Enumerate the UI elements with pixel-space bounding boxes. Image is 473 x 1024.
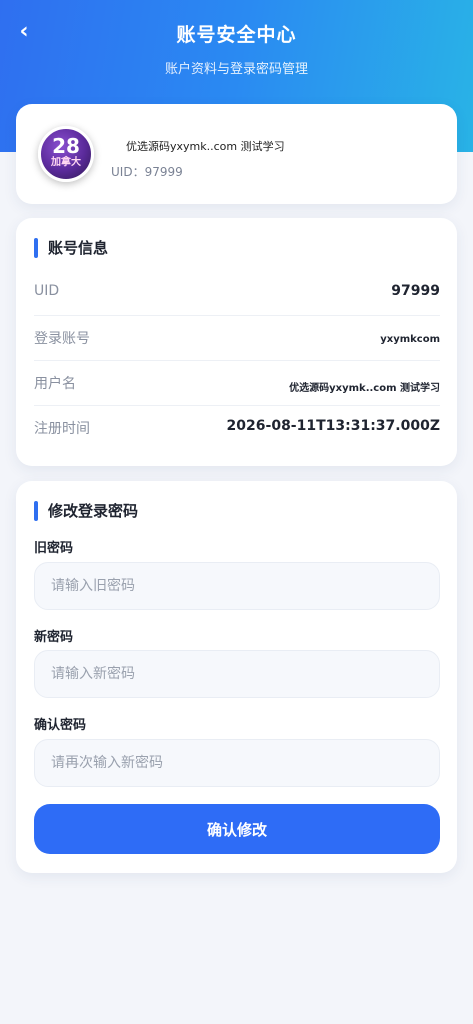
page-subtitle: 账户资料与登录密码管理 bbox=[164, 62, 308, 77]
info-value: 97999 bbox=[391, 283, 440, 299]
info-value: 2026-08-11T13:31:37.000Z bbox=[226, 418, 440, 434]
info-row-register-time: 注册时间 2026-08-11T13:31:37.000Z bbox=[34, 406, 440, 451]
confirm-change-button[interactable]: 确认修改 bbox=[34, 804, 440, 854]
section-title-account-info: 账号信息 bbox=[34, 238, 108, 258]
info-label: UID bbox=[34, 283, 60, 299]
new-password-label: 新密码 bbox=[34, 630, 74, 645]
page-title: 账号安全中心 bbox=[176, 24, 297, 46]
info-label: 注册时间 bbox=[34, 421, 90, 437]
section-title-change-password: 修改登录密码 bbox=[34, 501, 138, 521]
account-info-card: 账号信息 UID 97999 登录账号 yxymkcom 用户名 优选源码yxy… bbox=[16, 218, 457, 466]
info-row-username: 用户名 优选源码yxymk..com 测试学习 bbox=[34, 361, 440, 406]
avatar: 28 加拿大 bbox=[38, 126, 94, 182]
info-value: yxymkcom bbox=[380, 334, 440, 345]
old-password-label: 旧密码 bbox=[34, 541, 74, 556]
new-password-input[interactable] bbox=[34, 650, 440, 698]
confirm-password-input[interactable] bbox=[34, 739, 440, 787]
info-row-login-account: 登录账号 yxymkcom bbox=[34, 316, 440, 361]
info-value: 优选源码yxymk..com 测试学习 bbox=[289, 383, 440, 394]
profile-uid: UID：97999 bbox=[111, 165, 183, 179]
info-row-uid: UID 97999 bbox=[34, 271, 440, 316]
old-password-input[interactable] bbox=[34, 562, 440, 610]
profile-name: 优选源码yxymk..com 测试学习 bbox=[126, 140, 285, 153]
profile-card: 28 加拿大 优选源码yxymk..com 测试学习 UID：97999 bbox=[16, 104, 457, 204]
info-label: 用户名 bbox=[34, 376, 76, 392]
change-password-card: 修改登录密码 旧密码 新密码 确认密码 确认修改 bbox=[16, 481, 457, 873]
avatar-text-number: 28 bbox=[52, 134, 80, 158]
avatar-text-label: 加拿大 bbox=[51, 157, 81, 168]
info-label: 登录账号 bbox=[34, 331, 90, 347]
confirm-password-label: 确认密码 bbox=[34, 718, 87, 733]
